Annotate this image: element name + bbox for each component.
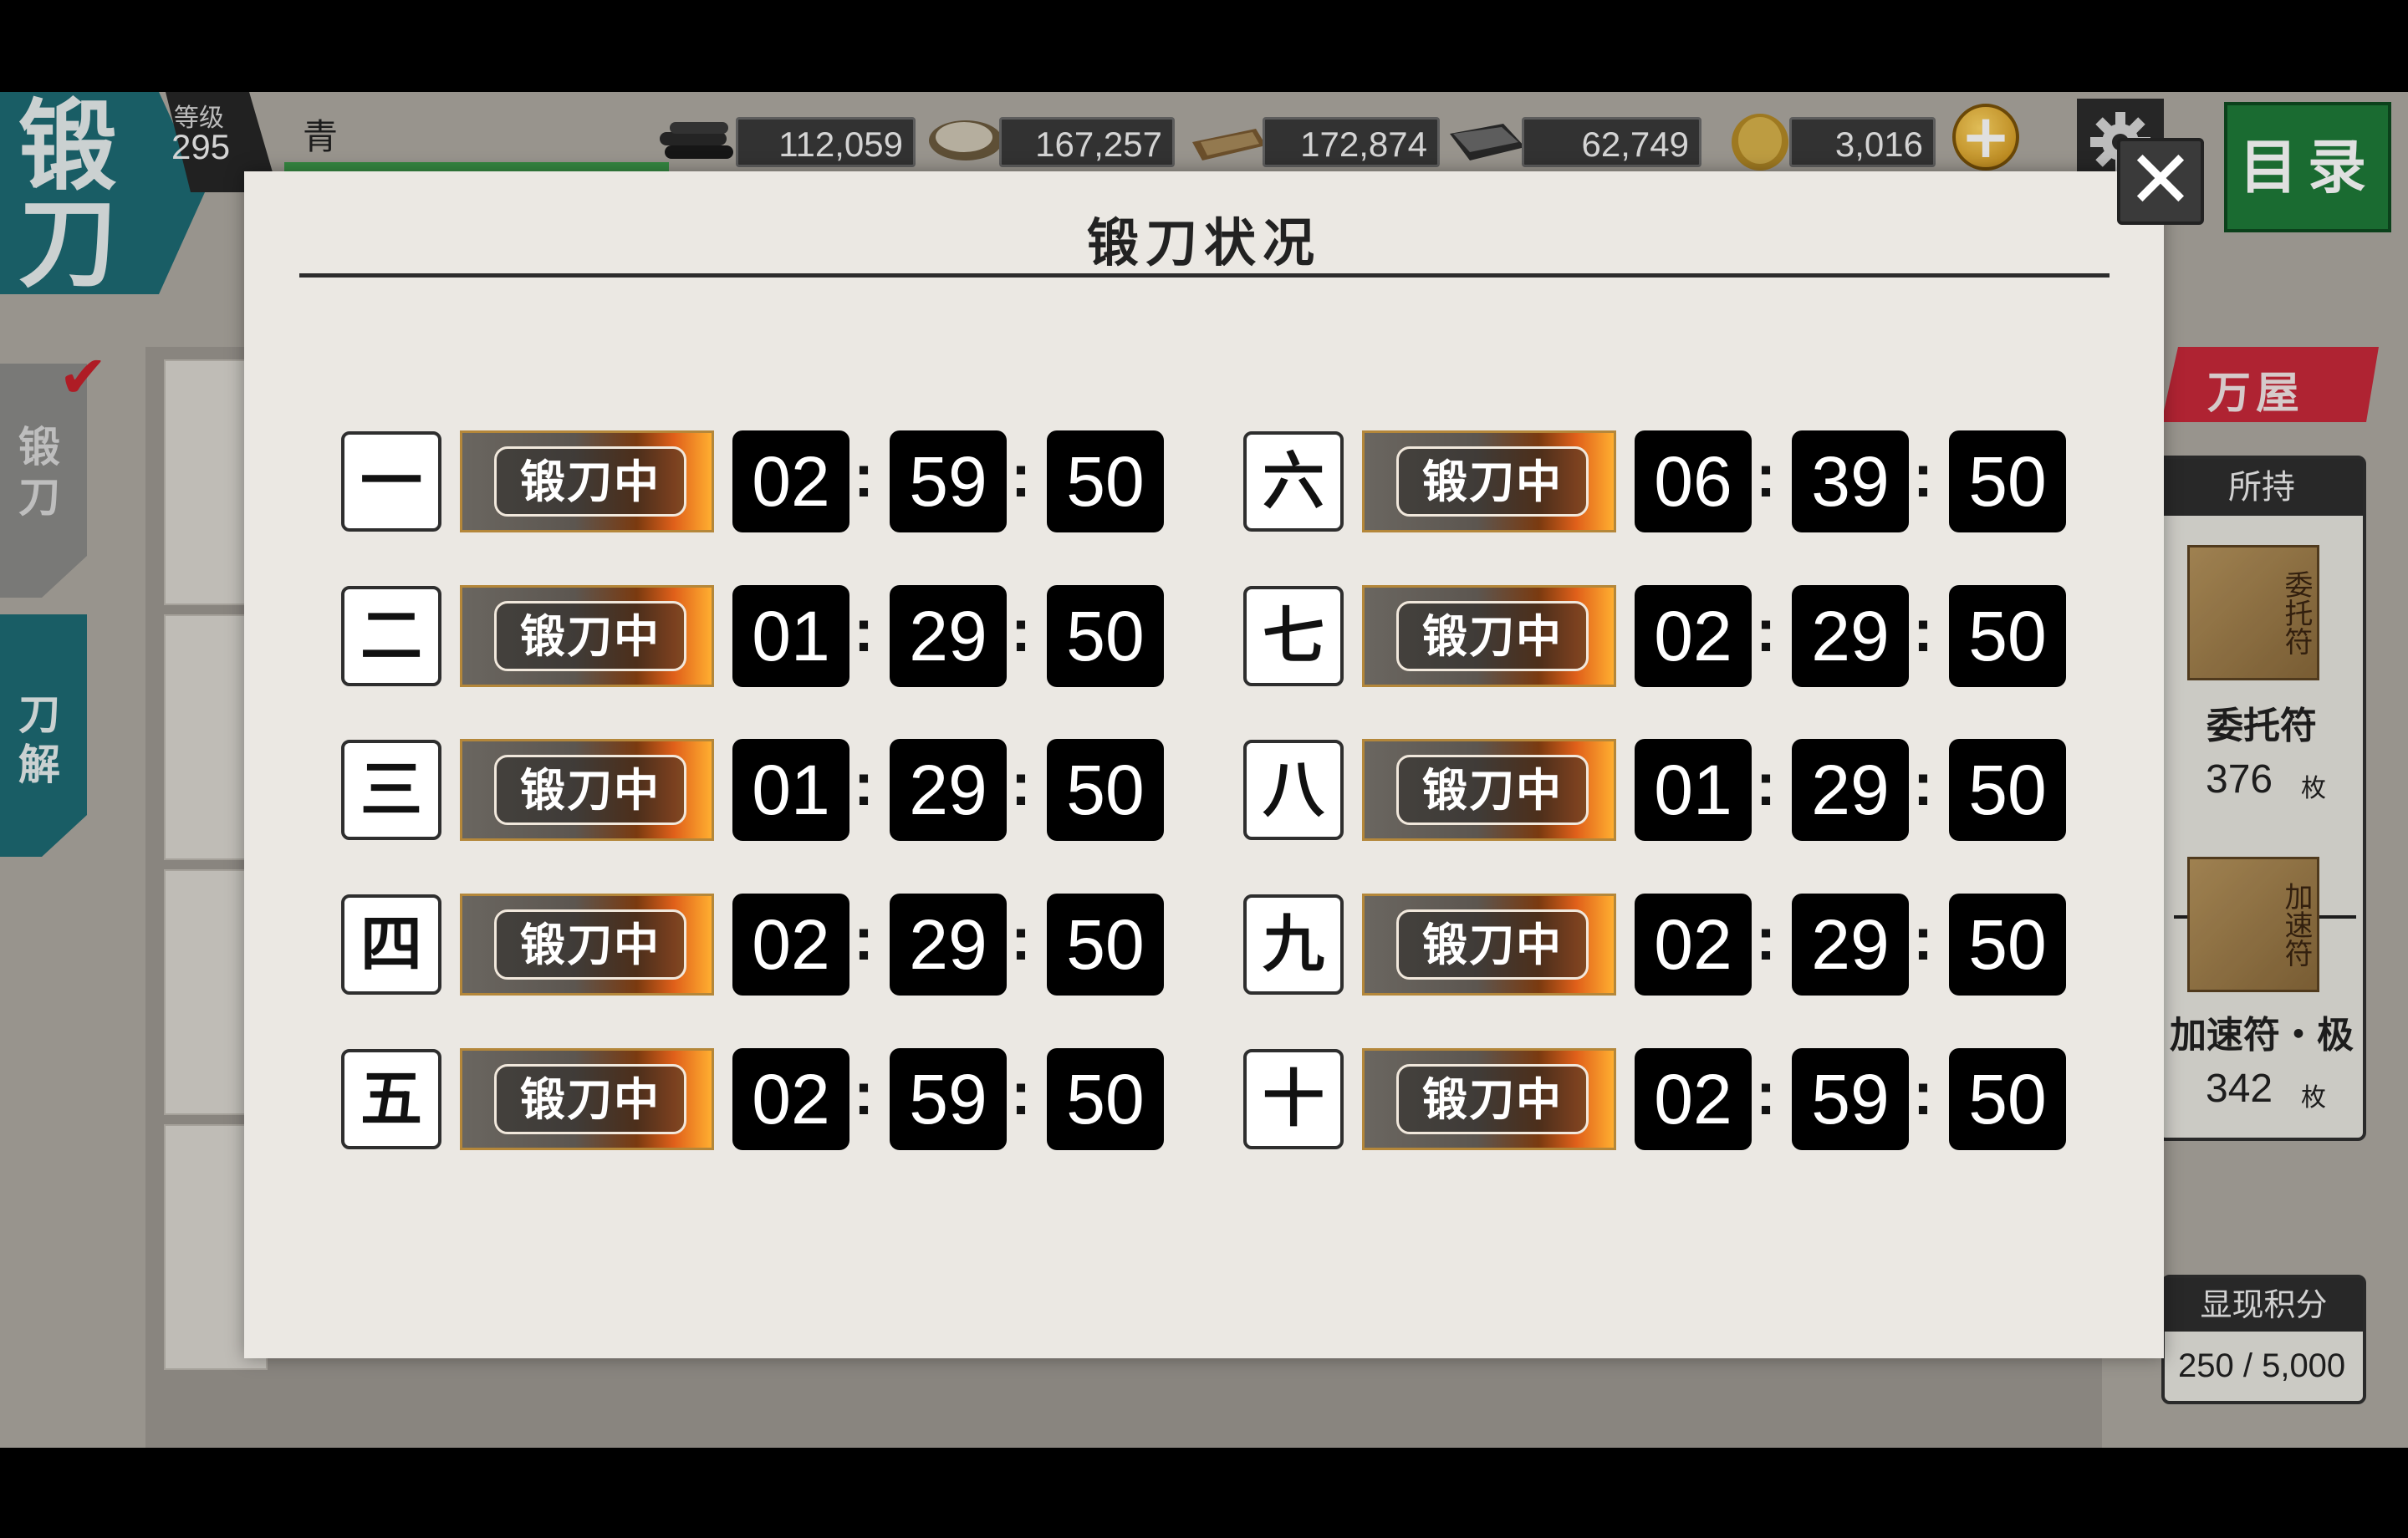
slot-status-forging[interactable]: 锻刀中 [460, 1048, 714, 1150]
timer-minutes: 59 [890, 1048, 1007, 1150]
timer-separator: : [1756, 751, 1776, 818]
timer-separator: : [1913, 1061, 1933, 1128]
title-divider [299, 273, 2110, 278]
slot-number: 四 [341, 894, 441, 995]
timer-seconds: 50 [1949, 739, 2066, 841]
timer-separator: : [854, 598, 874, 665]
timer-hours: 01 [732, 739, 849, 841]
timer-hours: 02 [1635, 894, 1752, 996]
timer-minutes: 29 [1792, 739, 1909, 841]
timer-hours: 02 [732, 1048, 849, 1150]
timer-separator: : [1756, 1061, 1776, 1128]
timer-separator: : [854, 906, 874, 973]
slot-number: 九 [1243, 894, 1344, 995]
timer-separator: : [1913, 598, 1933, 665]
slot-number: 五 [341, 1049, 441, 1149]
slot-status-forging[interactable]: 锻刀中 [1362, 739, 1616, 841]
timer-separator: : [1756, 598, 1776, 665]
slot-status-forging[interactable]: 锻刀中 [1362, 1048, 1616, 1150]
slot-status-label: 锻刀中 [494, 755, 686, 825]
slot-status-label: 锻刀中 [1396, 1064, 1589, 1134]
timer-separator: : [1913, 906, 1933, 973]
timer-separator: : [1756, 906, 1776, 973]
timer-hours: 02 [732, 430, 849, 532]
slot-number: 十 [1243, 1049, 1344, 1149]
slot-status-forging[interactable]: 锻刀中 [1362, 894, 1616, 996]
timer-seconds: 50 [1047, 430, 1164, 532]
slot-number: 六 [1243, 431, 1344, 532]
slot-status-forging[interactable]: 锻刀中 [460, 585, 714, 687]
timer-hours: 01 [732, 585, 849, 687]
slot-number: 二 [341, 586, 441, 686]
timer-separator: : [1011, 751, 1031, 818]
slot-status-label: 锻刀中 [1396, 755, 1589, 825]
timer-minutes: 29 [890, 585, 1007, 687]
timer-separator: : [1913, 443, 1933, 510]
timer-hours: 02 [732, 894, 849, 996]
slot-number: 一 [341, 431, 441, 532]
timer-separator: : [854, 1061, 874, 1128]
timer-separator: : [1011, 443, 1031, 510]
slot-status-label: 锻刀中 [494, 601, 686, 671]
slot-status-label: 锻刀中 [1396, 909, 1589, 980]
timer-hours: 06 [1635, 430, 1752, 532]
slot-status-forging[interactable]: 锻刀中 [1362, 585, 1616, 687]
timer-separator: : [1756, 443, 1776, 510]
close-button[interactable]: ✕ [2117, 138, 2204, 225]
slot-status-label: 锻刀中 [1396, 446, 1589, 517]
timer-separator: : [1913, 751, 1933, 818]
slot-number: 七 [1243, 586, 1344, 686]
timer-separator: : [854, 443, 874, 510]
timer-hours: 02 [1635, 585, 1752, 687]
timer-minutes: 39 [1792, 430, 1909, 532]
timer-seconds: 50 [1949, 430, 2066, 532]
slot-status-label: 锻刀中 [1396, 601, 1589, 671]
slot-status-forging[interactable]: 锻刀中 [460, 894, 714, 996]
timer-seconds: 50 [1047, 1048, 1164, 1150]
timer-seconds: 50 [1949, 894, 2066, 996]
timer-minutes: 29 [890, 894, 1007, 996]
timer-separator: : [1011, 906, 1031, 973]
timer-minutes: 29 [1792, 894, 1909, 996]
timer-hours: 02 [1635, 1048, 1752, 1150]
timer-seconds: 50 [1949, 1048, 2066, 1150]
timer-minutes: 29 [1792, 585, 1909, 687]
timer-minutes: 59 [890, 430, 1007, 532]
slot-status-label: 锻刀中 [494, 909, 686, 980]
timer-seconds: 50 [1949, 585, 2066, 687]
slot-status-label: 锻刀中 [494, 446, 686, 517]
timer-separator: : [854, 751, 874, 818]
dialog-title: 锻刀状况 [1086, 212, 1321, 273]
timer-seconds: 50 [1047, 585, 1164, 687]
timer-minutes: 59 [1792, 1048, 1909, 1150]
timer-minutes: 29 [890, 739, 1007, 841]
timer-seconds: 50 [1047, 739, 1164, 841]
slot-status-forging[interactable]: 锻刀中 [460, 739, 714, 841]
slot-status-label: 锻刀中 [494, 1064, 686, 1134]
timer-hours: 01 [1635, 739, 1752, 841]
timer-seconds: 50 [1047, 894, 1164, 996]
timer-separator: : [1011, 598, 1031, 665]
slot-status-forging[interactable]: 锻刀中 [460, 430, 714, 532]
timer-separator: : [1011, 1061, 1031, 1128]
slot-number: 三 [341, 740, 441, 840]
slot-status-forging[interactable]: 锻刀中 [1362, 430, 1616, 532]
slot-number: 八 [1243, 740, 1344, 840]
